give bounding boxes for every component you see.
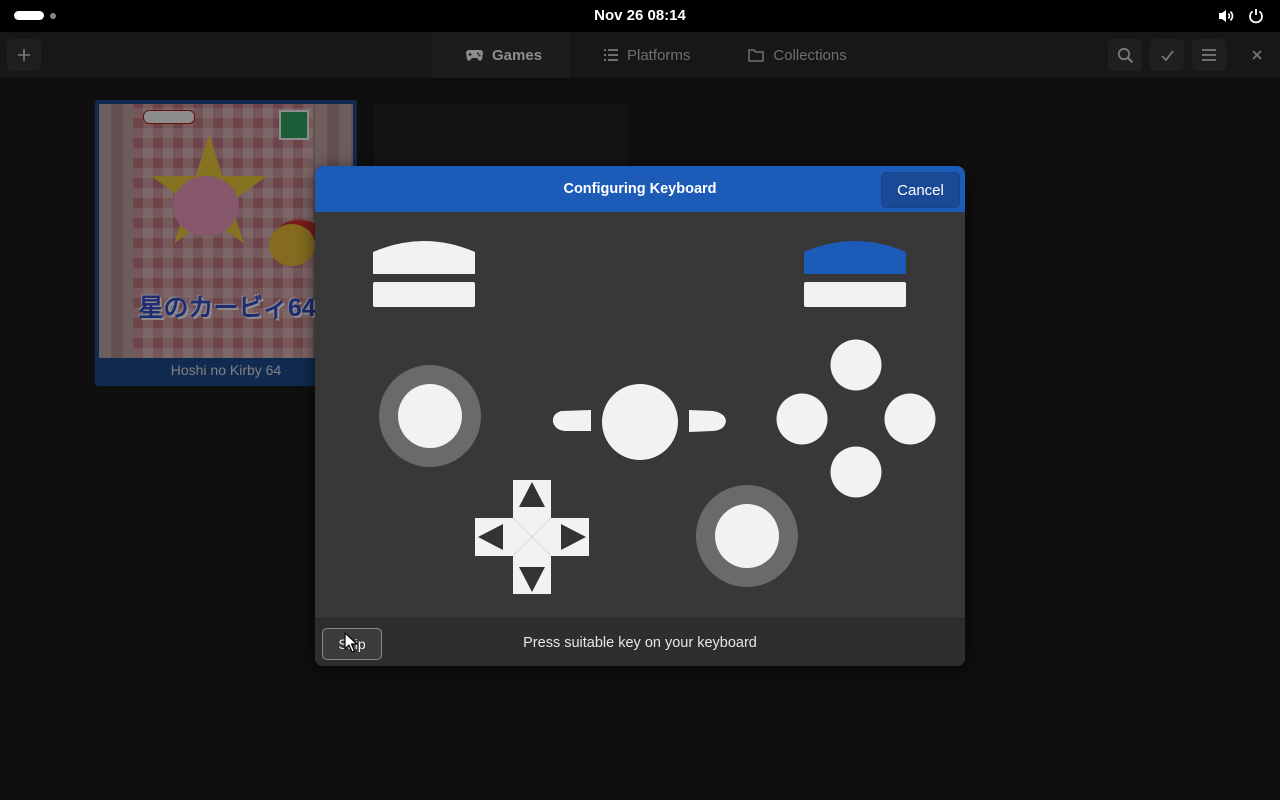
dialog-header: Configuring Keyboard Cancel (315, 166, 965, 212)
cancel-button[interactable]: Cancel (881, 172, 960, 208)
instruction-text: Press suitable key on your keyboard (523, 635, 757, 651)
power-icon[interactable] (1246, 6, 1266, 26)
face-button-right[interactable] (884, 393, 936, 445)
face-button-left[interactable] (776, 393, 828, 445)
right-stick[interactable] (715, 504, 779, 568)
workspace-dot (50, 12, 56, 19)
dpad (475, 480, 589, 594)
volume-icon[interactable] (1216, 6, 1236, 26)
select-button[interactable] (552, 410, 591, 431)
left-trigger[interactable] (373, 241, 475, 274)
dialog-title: Configuring Keyboard (563, 181, 717, 197)
right-shoulder-button[interactable] (804, 282, 906, 307)
left-shoulder-button[interactable] (373, 282, 475, 307)
clock[interactable]: Nov 26 08:14 (594, 7, 686, 24)
keyboard-config-dialog: Configuring Keyboard Cancel Press suitab… (315, 166, 965, 666)
workspace-pill (14, 11, 44, 20)
home-button[interactable] (602, 384, 678, 460)
face-button-bottom[interactable] (830, 446, 882, 498)
mouse-pointer-icon (344, 632, 358, 653)
right-trigger[interactable] (804, 241, 906, 274)
gamepad-diagram (315, 212, 965, 618)
left-stick[interactable] (398, 384, 462, 448)
system-top-bar: Nov 26 08:14 (0, 0, 1280, 32)
dialog-footer: Press suitable key on your keyboard Skip (315, 618, 965, 666)
face-button-top[interactable] (830, 339, 882, 391)
start-button[interactable] (689, 410, 726, 432)
activities-indicator[interactable] (14, 11, 56, 20)
